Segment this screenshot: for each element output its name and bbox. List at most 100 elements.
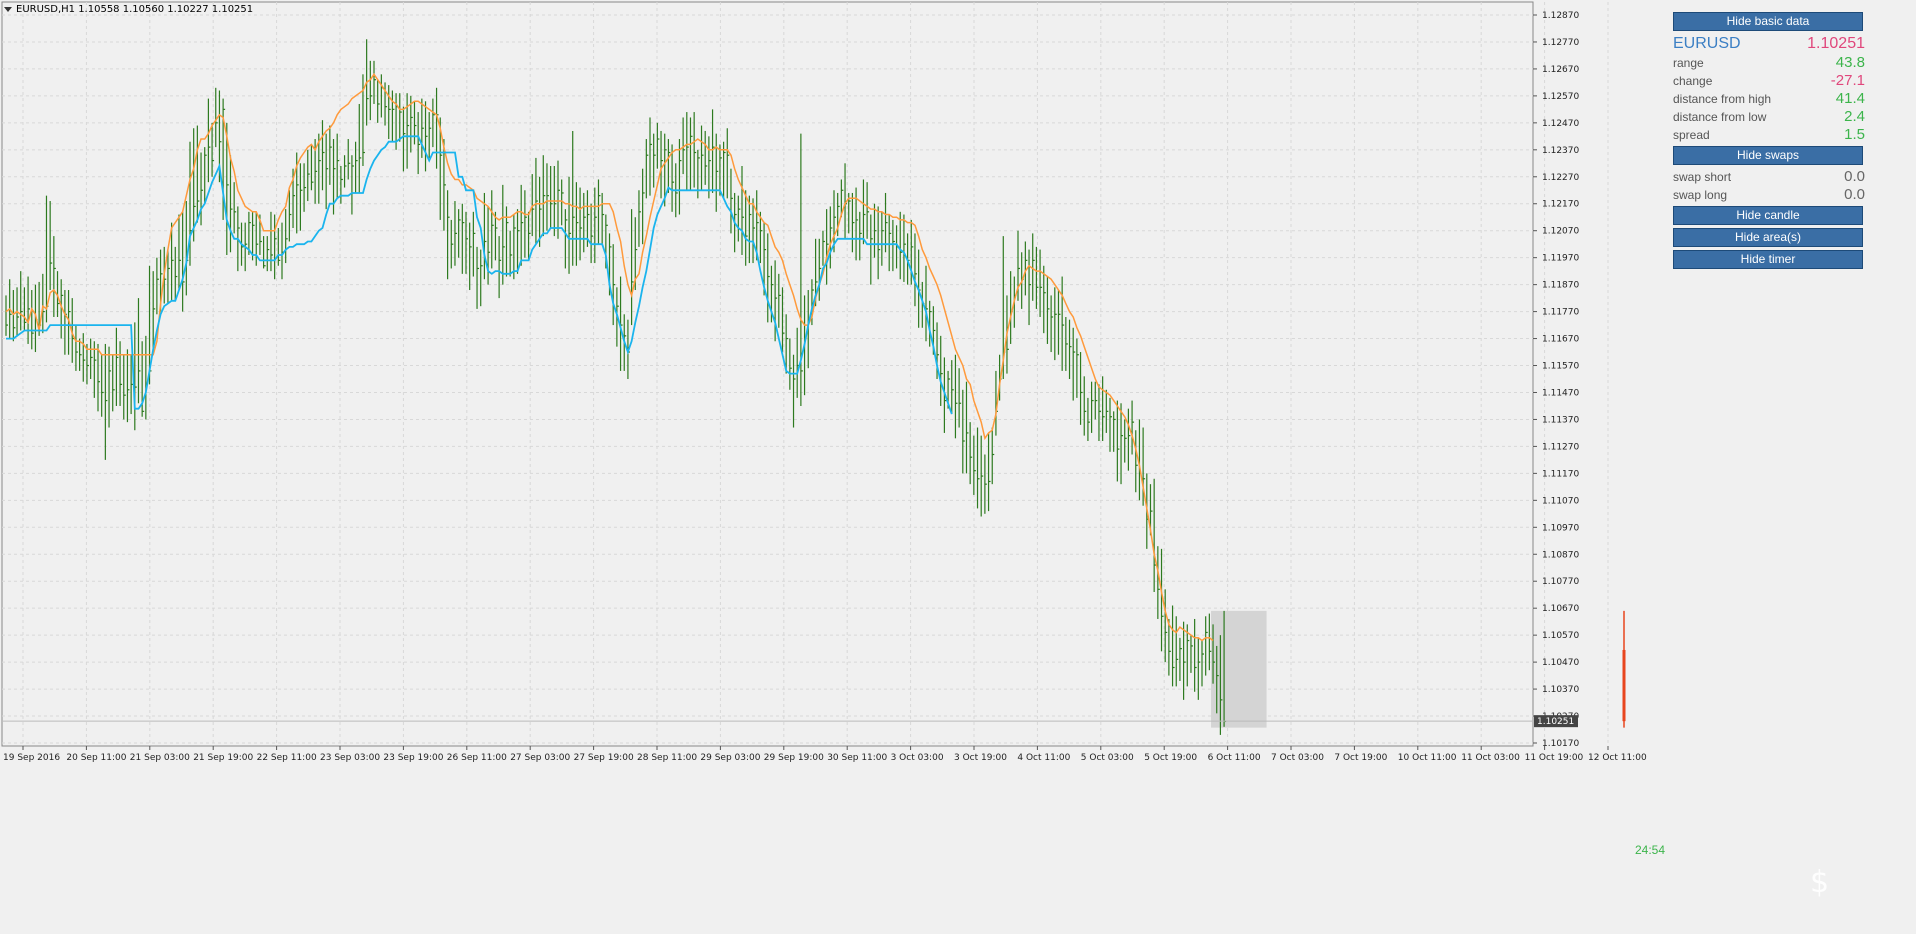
ohlc-bar	[104, 343, 108, 460]
ohlc-bar	[1171, 605, 1175, 687]
ohlc-bar	[108, 346, 112, 428]
symbol-header-text: EURUSD,H1 1.10558 1.10560 1.10227 1.1025…	[16, 4, 254, 15]
x-tick-label: 22 Sep 11:00	[257, 753, 317, 763]
upper-line	[5, 72, 1214, 642]
x-tick-label: 6 Oct 11:00	[1208, 753, 1261, 763]
ohlc-bar	[686, 112, 689, 191]
ohlc-bar	[248, 211, 251, 255]
ohlc-bar	[277, 228, 281, 266]
ohlc-bar	[778, 273, 781, 328]
ohlc-bar	[594, 187, 597, 264]
symbol-header: EURUSD,H1 1.10558 1.10560 1.10227 1.1025…	[4, 4, 253, 15]
ohlc-bar	[653, 133, 656, 188]
data-row-value: 43.8	[1835, 54, 1865, 71]
ohlc-bar	[299, 163, 303, 231]
chart-menu-icon[interactable]	[4, 6, 12, 12]
ohlc-bar	[962, 389, 965, 474]
y-tick-label: 1.12370	[1542, 146, 1579, 156]
ohlc-bar	[818, 238, 822, 301]
ohlc-bar	[369, 60, 373, 121]
ohlc-bar	[638, 190, 641, 247]
ohlc-bar	[873, 203, 877, 258]
x-tick-label: 21 Sep 19:00	[193, 753, 253, 763]
data-row-change: change -27.1	[1673, 72, 1865, 90]
ohlc-bar	[1109, 397, 1112, 452]
ohlc-bar	[656, 122, 660, 169]
ohlc-bar	[12, 290, 16, 342]
basic-data-rows: range 43.8 change -27.1 distance from high 41…	[1673, 54, 1865, 144]
x-tick-label: 19 Sep 2016	[3, 753, 60, 763]
ohlc-bar	[671, 144, 675, 212]
ohlc-bar	[178, 214, 181, 291]
x-tick-label: 30 Sep 11:00	[827, 753, 887, 763]
ohlc-bar	[715, 133, 719, 212]
y-tick-label: 1.10970	[1542, 523, 1579, 533]
data-row-label: distance from high	[1673, 92, 1772, 106]
y-tick-label: 1.12870	[1542, 11, 1579, 21]
ohlc-bar	[167, 249, 170, 304]
ohlc-bar	[270, 211, 273, 272]
ohlc-bar	[417, 112, 421, 175]
swap-row: swap long 0.0	[1673, 186, 1865, 204]
hide-basic-data-button[interactable]: Hide basic data	[1673, 12, 1863, 31]
y-tick-label: 1.10570	[1542, 631, 1579, 641]
ohlc-bar	[20, 271, 23, 331]
data-row-value: 2.4	[1844, 108, 1865, 125]
ohlc-bar	[27, 276, 31, 344]
ohlc-bar	[75, 325, 78, 371]
ohlc-bar	[575, 182, 579, 266]
data-row-label: change	[1673, 74, 1713, 88]
ohlc-bar	[1094, 381, 1098, 420]
ohlc-bar	[399, 93, 402, 142]
ohlc-bar	[851, 192, 855, 253]
ohlc-bar	[325, 133, 329, 210]
ohlc-bar	[796, 327, 800, 398]
ohlc-bar	[642, 168, 645, 245]
ohlc-bar	[502, 184, 505, 285]
hide-areas-button[interactable]: Hide area(s)	[1673, 228, 1863, 247]
ohlc-bar	[807, 290, 811, 369]
price-chart[interactable]: 1.12870 1.12770 1.12670 1.12570 1.12470 1.123…	[0, 0, 1916, 934]
ohlc-bar	[557, 160, 560, 239]
hide-swaps-button[interactable]: Hide swaps	[1673, 146, 1863, 165]
x-tick-label: 5 Oct 03:00	[1081, 753, 1134, 763]
ohlc-bar	[693, 112, 697, 188]
ohlc-bar	[119, 341, 123, 406]
current-price-label: 1.10251	[1537, 717, 1574, 727]
x-tick-label: 21 Sep 03:00	[130, 753, 190, 763]
x-tick-label: 29 Sep 03:00	[700, 753, 760, 763]
ohlc-bar	[318, 133, 321, 204]
x-tick-label: 7 Oct 03:00	[1271, 753, 1324, 763]
x-tick-label: 23 Sep 19:00	[383, 753, 443, 763]
ohlc-bar	[498, 236, 502, 299]
swap-label: swap long	[1673, 188, 1728, 202]
data-row-value: -27.1	[1830, 72, 1865, 89]
ohlc-bar	[347, 139, 351, 180]
ohlc-bar	[428, 112, 432, 158]
ohlc-bar	[384, 82, 388, 126]
ohlc-bar	[263, 236, 266, 269]
y-tick-label: 1.11070	[1542, 496, 1579, 506]
ohlc-bar	[568, 176, 572, 274]
ohlc-bar	[1039, 249, 1043, 317]
chart-frame	[1, 1, 1534, 747]
ohlc-bar	[1068, 319, 1072, 379]
ohlc-bar	[1102, 376, 1105, 442]
y-tick-label: 1.11970	[1542, 254, 1579, 264]
ohlc-bar	[711, 109, 715, 193]
hide-timer-button[interactable]: Hide timer	[1673, 250, 1863, 269]
ohlc-bar	[612, 244, 616, 326]
ohlc-bar	[1153, 478, 1157, 593]
ohlc-bar	[233, 182, 237, 234]
ohlc-bar	[1124, 419, 1127, 463]
ohlc-bar	[520, 184, 524, 266]
ohlc-bar	[1072, 327, 1076, 401]
hide-candle-button[interactable]: Hide candle	[1673, 206, 1863, 225]
ohlc-bar	[1065, 316, 1068, 371]
x-tick-label: 11 Oct 03:00	[1461, 753, 1520, 763]
ohlc-bar	[450, 219, 454, 269]
y-tick-label: 1.11770	[1542, 308, 1579, 318]
ohlc-bar	[1017, 230, 1020, 301]
ohlc-bar	[189, 141, 192, 266]
ohlc-bar	[951, 360, 954, 415]
